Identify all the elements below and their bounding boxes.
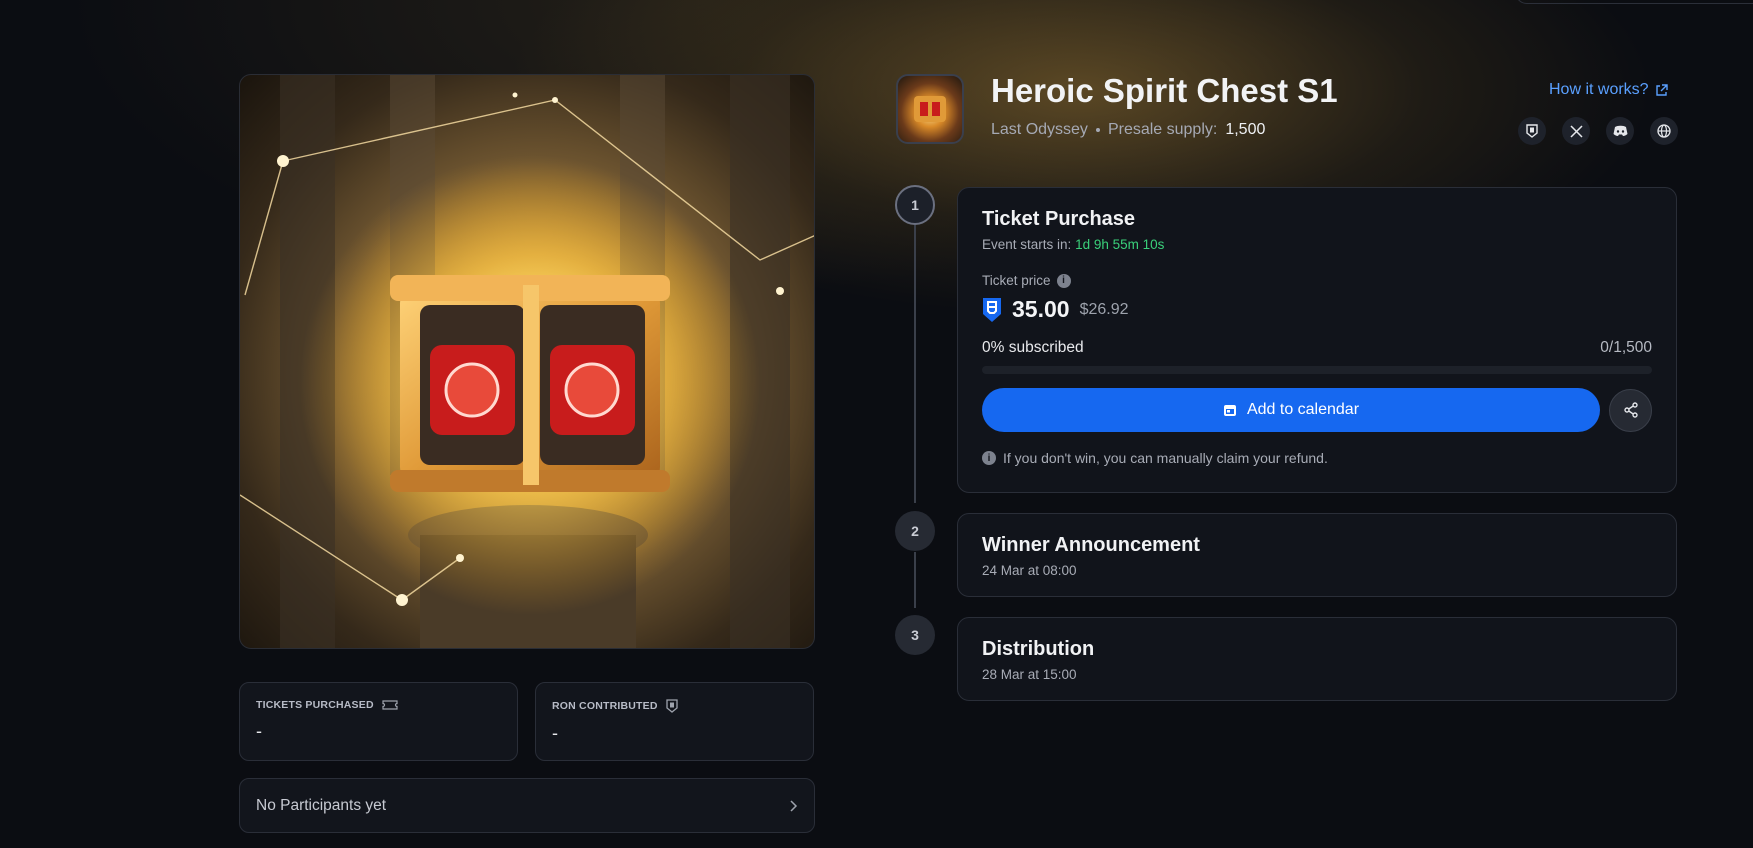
add-to-calendar-button[interactable]: Add to calendar xyxy=(982,388,1600,432)
ron-contributed-card: RON CONTRIBUTED - xyxy=(535,682,814,761)
supply-label: Presale supply: xyxy=(1107,121,1218,138)
tickets-purchased-value: - xyxy=(256,721,262,741)
participants-row[interactable]: No Participants yet xyxy=(239,778,815,833)
refund-note: i If you don't win, you can manually cla… xyxy=(982,450,1652,466)
action-row: Add to calendar xyxy=(982,388,1652,432)
tickets-purchased-card: TICKETS PURCHASED - xyxy=(239,682,518,761)
step-number-1: 1 xyxy=(895,185,935,225)
how-it-works-link[interactable]: How it works? xyxy=(1549,81,1668,99)
event-start-row: Event starts in: 1d 9h 55m 10s xyxy=(982,237,1652,252)
participants-label: No Participants yet xyxy=(256,796,387,814)
event-start-label: Event starts in: xyxy=(982,237,1072,252)
subscription-row: 0% subscribed 0/1,500 xyxy=(982,339,1652,357)
collection-subtitle: Last Odyssey Presale supply: 1,500 xyxy=(991,121,1265,139)
ron-icon xyxy=(666,699,678,713)
tickets-purchased-label: TICKETS PURCHASED xyxy=(256,699,374,711)
info-icon[interactable]: i xyxy=(1056,273,1071,288)
calendar-icon xyxy=(1223,405,1236,416)
ron-contributed-label-row: RON CONTRIBUTED xyxy=(552,699,797,713)
chest-hero-image xyxy=(239,74,815,649)
ticket-purchase-card: Ticket Purchase Event starts in: 1d 9h 5… xyxy=(957,187,1677,493)
share-button[interactable] xyxy=(1609,388,1652,432)
ticket-price: 35.00 xyxy=(1012,296,1070,322)
timeline-line xyxy=(914,225,916,503)
top-search-pill[interactable] xyxy=(1515,0,1753,4)
countdown-timer: 1d 9h 55m 10s xyxy=(1075,237,1165,252)
refund-note-text: If you don't win, you can manually claim… xyxy=(1003,450,1328,466)
social-links xyxy=(1518,117,1678,145)
external-link-icon xyxy=(1655,83,1668,96)
ticket-purchase-title: Ticket Purchase xyxy=(982,208,1136,230)
collection-avatar xyxy=(896,74,964,144)
separator-dot xyxy=(1095,128,1100,132)
distribution-title: Distribution xyxy=(982,638,1095,660)
x-icon[interactable] xyxy=(1562,117,1590,145)
globe-icon[interactable] xyxy=(1650,117,1678,145)
winner-announcement-title: Winner Announcement xyxy=(982,534,1200,556)
supply-value: 1,500 xyxy=(1225,121,1266,138)
winner-announcement-card: Winner Announcement 24 Mar at 08:00 xyxy=(957,513,1677,597)
ticket-price-label-row: Ticket price i xyxy=(982,273,1652,288)
how-it-works-label: How it works? xyxy=(1549,81,1649,98)
info-icon: i xyxy=(982,451,996,465)
ticket-icon xyxy=(382,700,398,710)
timeline-line xyxy=(914,552,916,608)
add-to-calendar-label: Add to calendar xyxy=(1246,401,1360,418)
distribution-card: Distribution 28 Mar at 15:00 xyxy=(957,617,1677,701)
step-number-2: 2 xyxy=(895,511,935,551)
discord-icon[interactable] xyxy=(1606,117,1634,145)
ticket-price-usd: $26.92 xyxy=(1079,300,1129,318)
price-row: 35.00 $26.92 xyxy=(982,296,1652,323)
page-title: Heroic Spirit Chest S1 xyxy=(991,72,1338,109)
ron-contributed-label: RON CONTRIBUTED xyxy=(552,700,658,712)
subscribed-percent: 0% subscribed xyxy=(982,339,1084,356)
winner-announcement-date: 24 Mar at 08:00 xyxy=(982,563,1077,578)
subscribed-count: 0/1,500 xyxy=(1600,339,1652,356)
step-number-3: 3 xyxy=(895,615,935,655)
tickets-purchased-label-row: TICKETS PURCHASED xyxy=(256,699,501,711)
ronin-icon[interactable] xyxy=(1518,117,1546,145)
ron-contributed-value: - xyxy=(552,723,558,743)
distribution-date: 28 Mar at 15:00 xyxy=(982,667,1077,682)
project-name[interactable]: Last Odyssey xyxy=(991,121,1088,139)
share-icon xyxy=(1623,402,1638,418)
ticket-price-label: Ticket price xyxy=(982,273,1051,288)
chevron-right-icon xyxy=(790,799,798,812)
ron-token-icon xyxy=(983,297,1001,322)
subscription-progress-bar xyxy=(982,366,1652,374)
